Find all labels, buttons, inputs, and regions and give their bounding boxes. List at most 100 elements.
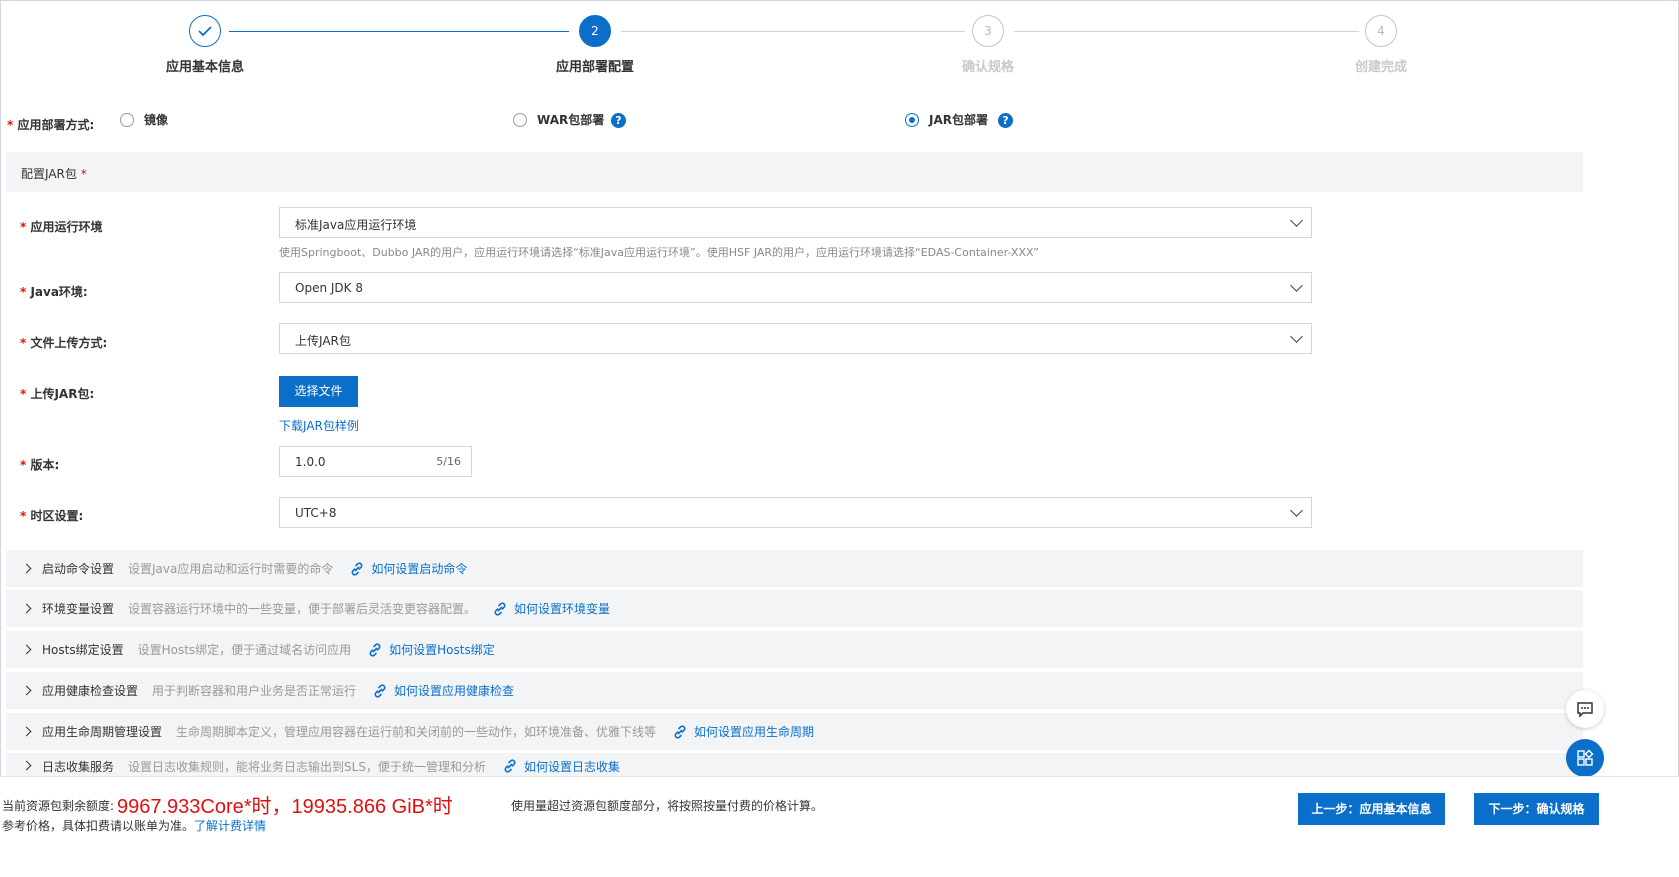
- upload-method-label-text: 文件上传方式:: [30, 336, 108, 350]
- link-icon: [369, 642, 381, 657]
- row-help-link[interactable]: 如何设置应用健康检查: [394, 682, 514, 699]
- row-desc: 设置Hosts绑定，便于通过域名访问应用: [137, 643, 352, 657]
- help-icon[interactable]: ?: [998, 113, 1013, 128]
- deploy-method-label: * 应用部署方式:: [7, 118, 95, 132]
- row-help-link[interactable]: 如何设置环境变量: [514, 600, 610, 617]
- row-desc: 生命周期脚本定义，管理应用容器在运行前和关闭前的一些动作，如环境准备、优雅下线等: [176, 725, 657, 739]
- row-title: 应用健康检查设置: [42, 684, 139, 698]
- version-label-text: 版本:: [30, 458, 60, 472]
- step-3-label: 确认规格: [961, 60, 1014, 75]
- version-char-count: 5/16: [436, 455, 461, 468]
- deploy-method-label-text: 应用部署方式:: [17, 118, 95, 132]
- link-icon: [504, 759, 516, 773]
- next-step-button[interactable]: 下一步：确认规格: [1474, 793, 1599, 825]
- help-icon[interactable]: ?: [611, 113, 626, 128]
- radio-circle[interactable]: [120, 112, 134, 127]
- upload-jar-label-text: 上传JAR包:: [30, 387, 95, 401]
- step-connector-3: [1014, 31, 1359, 32]
- step-indicator: 2 3 4 应用基本信息 应用部署配置 确认规格 创建完成: [0, 0, 1679, 80]
- chevron-right-icon: [21, 760, 32, 771]
- upload-method-select[interactable]: 上传JAR包: [279, 323, 1312, 354]
- step-3-number: 3: [984, 24, 992, 38]
- radio-war[interactable]: WAR包部署: [513, 111, 604, 128]
- timezone-label-text: 时区设置:: [30, 509, 84, 523]
- price-reference: 参考价格，具体扣费请以账单为准。了解计费详情: [2, 817, 266, 834]
- billing-details-link[interactable]: 了解计费详情: [194, 819, 266, 833]
- check-icon: [198, 26, 212, 37]
- chevron-right-icon: [21, 603, 32, 614]
- runtime-select[interactable]: 标准Java应用运行环境: [279, 207, 1312, 238]
- chevron-right-icon: [21, 563, 32, 574]
- upload-jar-label: * 上传JAR包:: [20, 387, 95, 401]
- timezone-value: UTC+8: [295, 506, 337, 520]
- step-2-circle: 2: [579, 15, 611, 47]
- row-title: Hosts绑定设置: [42, 643, 124, 657]
- row-help-link[interactable]: 如何设置日志收集: [524, 758, 620, 775]
- apps-icon: [1577, 749, 1594, 766]
- link-icon: [374, 683, 386, 698]
- runtime-label: * 应用运行环境: [20, 220, 103, 234]
- step-4-label: 创建完成: [1354, 60, 1407, 75]
- section-title: 配置JAR包: [21, 167, 77, 181]
- runtime-label-text: 应用运行环境: [30, 220, 103, 234]
- version-label: * 版本:: [20, 458, 60, 472]
- radio-jar-label: JAR包部署: [929, 113, 988, 127]
- step-3-circle: 3: [972, 15, 1004, 47]
- row-health-check[interactable]: 应用健康检查设置 用于判断容器和用户业务是否正常运行 如何设置应用健康检查: [6, 672, 1583, 709]
- upload-method-value: 上传JAR包: [295, 334, 351, 348]
- row-desc: 设置Java应用启动和运行时需要的命令: [128, 562, 334, 576]
- step-2-label: 应用部署配置: [555, 60, 634, 75]
- choose-file-button[interactable]: 选择文件: [279, 376, 358, 407]
- radio-image[interactable]: 镜像: [120, 111, 168, 128]
- link-icon: [494, 601, 506, 616]
- apps-button[interactable]: [1566, 739, 1604, 777]
- step-connector-2: [621, 31, 965, 32]
- row-startup-command[interactable]: 启动命令设置 设置Java应用启动和运行时需要的命令 如何设置启动命令: [6, 550, 1583, 587]
- runtime-value: 标准Java应用运行环境: [295, 218, 417, 232]
- chevron-right-icon: [21, 726, 32, 737]
- quota-value: 9967.933Core*时，19935.866 GiB*时: [117, 796, 453, 818]
- radio-war-label: WAR包部署: [537, 113, 605, 127]
- step-2-number: 2: [591, 24, 599, 38]
- row-title: 日志收集服务: [42, 760, 115, 774]
- radio-image-label: 镜像: [144, 113, 169, 127]
- chevron-down-icon: [1290, 330, 1303, 343]
- upload-method-label: * 文件上传方式:: [20, 336, 108, 350]
- chevron-down-icon: [1290, 279, 1303, 292]
- prev-step-button[interactable]: 上一步：应用基本信息: [1298, 793, 1445, 825]
- radio-circle-selected[interactable]: [905, 112, 919, 127]
- radio-circle[interactable]: [513, 112, 527, 127]
- radio-jar[interactable]: JAR包部署: [905, 111, 988, 128]
- row-title: 环境变量设置: [42, 602, 115, 616]
- step-4-circle: 4: [1365, 15, 1397, 47]
- step-4-number: 4: [1377, 24, 1385, 38]
- java-select[interactable]: Open JDK 8: [279, 272, 1312, 303]
- row-help-link[interactable]: 如何设置Hosts绑定: [389, 641, 495, 658]
- row-help-link[interactable]: 如何设置启动命令: [371, 560, 467, 577]
- chat-icon: [1577, 702, 1593, 718]
- row-hosts-binding[interactable]: Hosts绑定设置 设置Hosts绑定，便于通过域名访问应用 如何设置Hosts…: [6, 631, 1583, 668]
- row-help-link[interactable]: 如何设置应用生命周期: [694, 723, 814, 740]
- runtime-help-text: 使用Springboot、Dubbo JAR的用户，应用运行环境请选择“标准Ja…: [279, 246, 1039, 259]
- java-label: * Java环境:: [20, 285, 88, 299]
- timezone-select[interactable]: UTC+8: [279, 497, 1312, 528]
- quota-label: 当前资源包剩余额度:: [2, 799, 115, 813]
- row-lifecycle[interactable]: 应用生命周期管理设置 生命周期脚本定义，管理应用容器在运行前和关闭前的一些动作，…: [6, 713, 1583, 750]
- chevron-down-icon: [1290, 504, 1303, 517]
- chevron-right-icon: [21, 685, 32, 696]
- price-reference-text: 参考价格，具体扣费请以账单为准。: [2, 819, 195, 833]
- row-title: 应用生命周期管理设置: [42, 725, 163, 739]
- footer-bar: 当前资源包剩余额度: 9967.933Core*时，19935.866 GiB*…: [0, 776, 1679, 877]
- row-desc: 设置日志收集规则，能将业务日志输出到SLS，便于统一管理和分析: [128, 760, 486, 774]
- chevron-right-icon: [21, 644, 32, 655]
- download-sample-link[interactable]: 下载JAR包样例: [279, 417, 359, 434]
- version-input[interactable]: 1.0.0 5/16: [279, 446, 472, 477]
- step-1-circle: [189, 15, 221, 47]
- chat-button[interactable]: [1566, 690, 1604, 728]
- row-env-vars[interactable]: 环境变量设置 设置容器运行环境中的一些变量，便于部署后灵活变更容器配置。 如何设…: [6, 590, 1583, 627]
- link-icon: [674, 724, 686, 739]
- section-header: 配置JAR包 *: [6, 152, 1583, 192]
- link-icon: [351, 561, 363, 576]
- row-log-collection[interactable]: 日志收集服务 设置日志收集规则，能将业务日志输出到SLS，便于统一管理和分析 如…: [6, 753, 1583, 776]
- row-title: 启动命令设置: [42, 562, 115, 576]
